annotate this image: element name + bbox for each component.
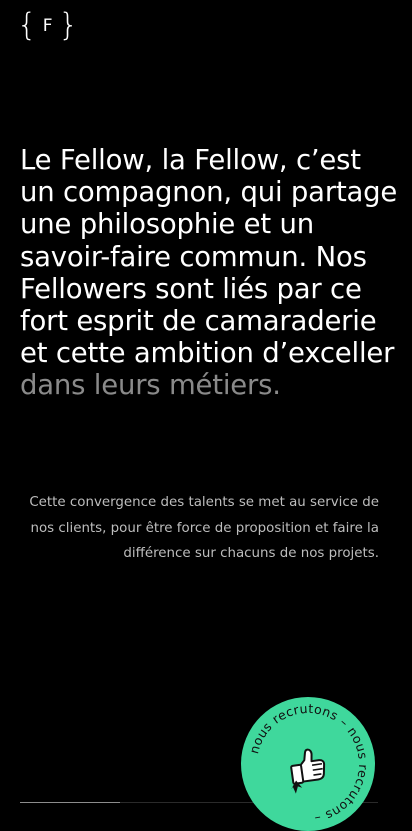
headline-muted-text: dans leurs métiers. — [20, 369, 281, 402]
logo-open-brace: { — [17, 7, 37, 43]
logo-close-brace: } — [58, 7, 79, 43]
recruit-badge-button[interactable]: nous recrutons – nous recrutons – — [241, 697, 375, 831]
intro-lead-paragraph: Cette convergence des talents se met au … — [29, 495, 379, 561]
headline-main-text: Le Fellow, la Fellow, c’est un compagnon… — [20, 144, 398, 370]
logo[interactable]: { F } — [17, 7, 79, 43]
logo-letter: F — [42, 16, 53, 36]
recruit-badge: nous recrutons – nous recrutons – — [241, 697, 375, 831]
intro-headline: Le Fellow, la Fellow, c’est un compagnon… — [20, 144, 400, 402]
scroll-progress-fill — [20, 802, 121, 803]
